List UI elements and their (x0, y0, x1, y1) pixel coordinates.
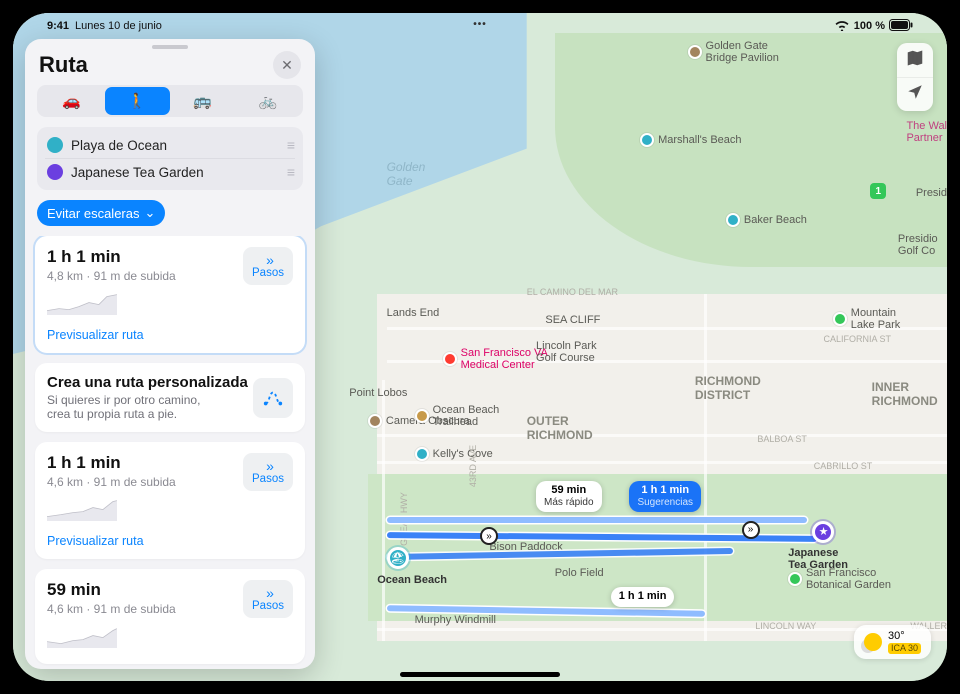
poi-ptlobos: Point Lobos (349, 387, 407, 399)
weather-aqi: ICA 30 (888, 643, 921, 654)
car-icon: 🚗 (62, 92, 81, 110)
route-card[interactable]: 1 h 1 min 4,6 km · 91 m de subida » Paso… (35, 442, 305, 559)
poi-ggbp: Golden Gate Bridge Pavilion (706, 40, 779, 64)
status-bar: 9:41 Lunes 10 de junio ••• 100 % (13, 13, 947, 35)
route-start-label: Ocean Beach (377, 574, 447, 586)
chevrons-right-icon: » (266, 586, 270, 600)
custom-route-icon (253, 378, 293, 418)
poi-mtlake: Mountain Lake Park (851, 307, 901, 331)
route-time: 1 h 1 min (47, 247, 176, 267)
mode-transit-button[interactable]: 🚌 (170, 87, 236, 115)
close-icon: ✕ (281, 57, 293, 74)
poi-lincolnway: LINCOLN WAY (755, 621, 816, 631)
route-time: 59 min (47, 580, 176, 600)
waypoint-chevron-2: » (742, 521, 760, 539)
multitask-dots[interactable]: ••• (473, 19, 487, 30)
locate-me-button[interactable] (897, 77, 933, 111)
poi-murphy: Murphy Windmill (415, 614, 496, 626)
create-custom-route-card[interactable]: Crea una ruta personalizada Si quieres i… (35, 363, 305, 432)
poi-sfva: San Francisco VA Medical Center (461, 347, 548, 371)
custom-route-desc: Si quieres ir por otro camino, crea tu p… (47, 393, 227, 421)
mode-walk-button[interactable]: 🚶 (105, 87, 171, 115)
route-card[interactable]: 59 min 4,6 km · 91 m de subida » Pasos (35, 569, 305, 664)
poi-marshall: Marshall's Beach (658, 134, 741, 146)
route-subtitle: 4,8 km · 91 m de subida (47, 269, 176, 283)
panel-title: Ruta (39, 52, 88, 78)
from-label: Playa de Ocean (71, 138, 279, 153)
wifi-icon (834, 19, 850, 34)
mode-cycle-button[interactable]: 🚲 (236, 87, 302, 115)
preview-route-link[interactable]: Previsualizar ruta (47, 534, 293, 548)
route-card[interactable]: 1 h 1 min 4,8 km · 91 m de subida » Paso… (35, 236, 305, 353)
status-time: 9:41 (47, 20, 69, 32)
to-row[interactable]: Japanese Tea Garden ≡ (45, 158, 295, 185)
weather-temp: 30° (888, 630, 921, 643)
transit-icon: 🚌 (193, 92, 212, 110)
from-row[interactable]: Playa de Ocean ≡ (45, 132, 295, 158)
custom-route-title: Crea una ruta personalizada (47, 374, 248, 391)
route-start-marker[interactable]: 🏖 (387, 547, 409, 569)
elevation-spark-icon (47, 622, 117, 648)
battery-icon (889, 19, 913, 34)
poi-california: CALIFORNIA ST (823, 334, 891, 344)
chevron-down-icon: ⌄ (144, 205, 155, 221)
panel-grabber[interactable] (152, 45, 188, 49)
route-callout-alt[interactable]: 1 h 1 min (611, 587, 675, 606)
steps-button[interactable]: » Pasos (243, 247, 293, 285)
map-controls (897, 43, 933, 111)
reorder-handle-icon[interactable]: ≡ (287, 137, 293, 153)
reorder-handle-icon[interactable]: ≡ (287, 164, 293, 180)
chevrons-right-icon: » (266, 459, 270, 473)
poi-richmond: RICHMOND DISTRICT (695, 374, 761, 402)
poi-lincoln: Lincoln Park Golf Course (536, 340, 597, 364)
home-indicator[interactable] (400, 672, 560, 677)
to-label: Japanese Tea Garden (71, 165, 279, 180)
route-callout-main[interactable]: 1 h 1 min Sugerencias (629, 481, 701, 512)
from-icon (47, 137, 63, 153)
status-date: Lunes 10 de junio (75, 20, 162, 32)
elevation-spark-icon (47, 495, 117, 521)
poi-polo: Polo Field (555, 567, 604, 579)
water-body-label: Golden Gate (387, 160, 426, 188)
mode-drive-button[interactable]: 🚗 (39, 87, 105, 115)
route-callout-fast[interactable]: 59 min Más rápido (536, 481, 601, 512)
poi-kellys: Kelly's Cove (433, 448, 493, 460)
poi-elcamino: EL CAMINO DEL MAR (527, 287, 618, 297)
elevation-spark-icon (47, 289, 117, 315)
walk-icon: 🚶 (128, 92, 147, 110)
poi-43rd: 43RD AVE (468, 444, 478, 486)
route-end-label: Japanese Tea Garden (788, 547, 848, 571)
poi-innerrich: INNER RICHMOND (872, 380, 938, 408)
directions-panel: Ruta ✕ 🚗 🚶 🚌 🚲 Playa de Ocean ≡ (25, 39, 315, 669)
poi-outerrich: OUTER RICHMOND (527, 414, 593, 442)
chevrons-right-icon: » (266, 253, 270, 267)
route-subtitle: 4,6 km · 91 m de subida (47, 475, 176, 489)
poi-wp: The Wal Partner (906, 120, 947, 144)
steps-button[interactable]: » Pasos (243, 453, 293, 491)
steps-button[interactable]: » Pasos (243, 580, 293, 618)
poi-balboa: BALBOA ST (757, 434, 807, 444)
poi-baker: Baker Beach (744, 214, 807, 226)
to-icon (47, 164, 63, 180)
battery-text: 100 % (854, 20, 885, 32)
bike-icon: 🚲 (259, 92, 278, 110)
route-subtitle: 4,6 km · 91 m de subida (47, 602, 176, 616)
transport-mode-segment: 🚗 🚶 🚌 🚲 (37, 85, 303, 117)
poi-hwy1-shield: 1 (870, 183, 886, 199)
route-options-chip[interactable]: Evitar escaleras ⌄ (37, 200, 165, 226)
route-end-marker[interactable] (812, 521, 834, 543)
poi-obtrail: Ocean Beach Trailhead (433, 404, 500, 428)
poi-landsend: Lands End (387, 307, 440, 319)
map-modes-button[interactable] (897, 43, 933, 77)
preview-route-link[interactable]: Previsualizar ruta (47, 328, 293, 342)
weather-chip[interactable]: 30° ICA 30 (854, 625, 931, 659)
route-endpoints: Playa de Ocean ≡ Japanese Tea Garden ≡ (37, 127, 303, 190)
close-button[interactable]: ✕ (273, 51, 301, 79)
route-time: 1 h 1 min (47, 453, 176, 473)
poi-seacliff: SEA CLIFF (545, 314, 600, 326)
poi-presgolf: Presidio Golf Co (898, 233, 938, 257)
weather-icon (864, 633, 882, 651)
poi-cabrillo: CABRILLO ST (814, 461, 873, 471)
poi-presidio: Presid (916, 187, 947, 199)
